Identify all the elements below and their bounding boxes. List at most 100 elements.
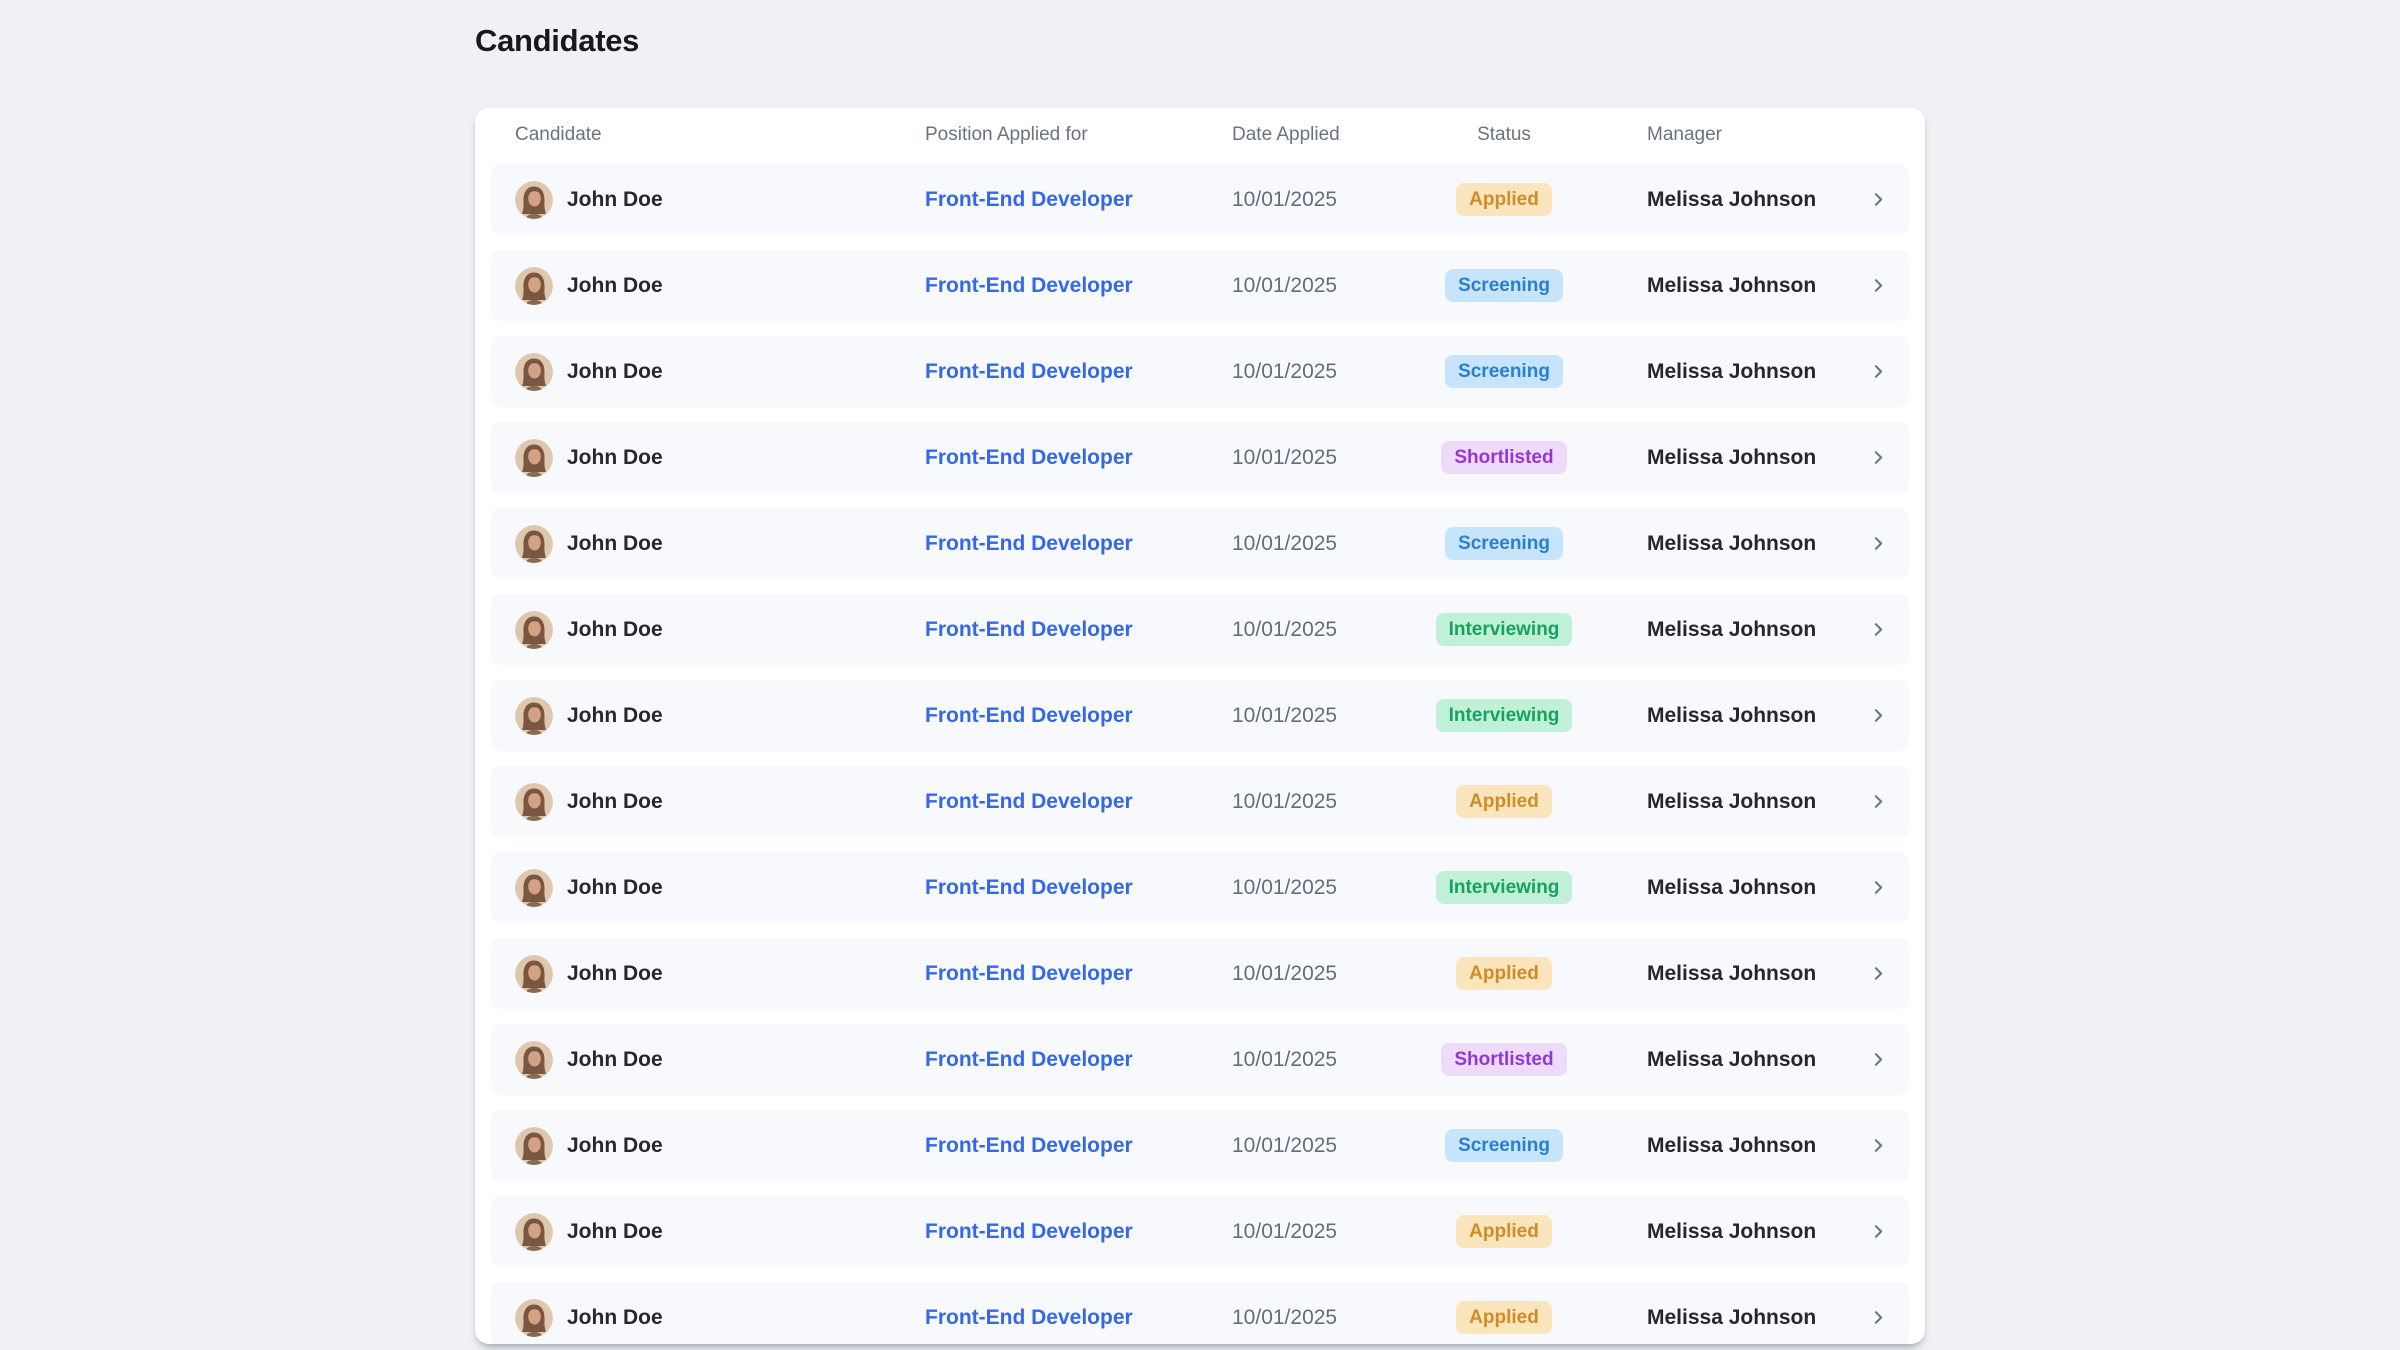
manager-name: Melissa Johnson [1599,1048,1863,1072]
status-badge: Applied [1456,1215,1552,1248]
position-link[interactable]: Front-End Developer [925,532,1133,555]
row-chevron[interactable] [1863,277,1893,294]
position-cell: Front-End Developer [925,790,1232,814]
date-applied: 10/01/2025 [1232,1306,1409,1330]
candidate-photo-icon [515,439,553,477]
column-header-position: Position Applied for [925,124,1232,146]
position-link[interactable]: Front-End Developer [925,704,1133,727]
date-applied: 10/01/2025 [1232,1134,1409,1158]
chevron-right-icon [1870,191,1887,208]
table-row[interactable]: John Doe Front-End Developer 10/01/2025 … [491,1196,1909,1267]
table-row[interactable]: John Doe Front-End Developer 10/01/2025 … [491,336,1909,407]
table-row[interactable]: John Doe Front-End Developer 10/01/2025 … [491,594,1909,665]
avatar [515,1213,553,1251]
table-row[interactable]: John Doe Front-End Developer 10/01/2025 … [491,250,1909,321]
candidate-cell: John Doe [515,955,925,993]
candidate-cell: John Doe [515,353,925,391]
manager-name: Melissa Johnson [1599,532,1863,556]
table-row[interactable]: John Doe Front-End Developer 10/01/2025 … [491,766,1909,837]
date-applied: 10/01/2025 [1232,704,1409,728]
avatar [515,697,553,735]
table-row[interactable]: John Doe Front-End Developer 10/01/2025 … [491,680,1909,751]
candidate-photo-icon [515,783,553,821]
candidate-cell: John Doe [515,1127,925,1165]
position-link[interactable]: Front-End Developer [925,1048,1133,1071]
row-chevron[interactable] [1863,1309,1893,1326]
status-cell: Applied [1409,957,1599,990]
position-cell: Front-End Developer [925,532,1232,556]
table-row[interactable]: John Doe Front-End Developer 10/01/2025 … [491,508,1909,579]
chevron-right-icon [1870,1051,1887,1068]
status-badge: Interviewing [1436,699,1573,732]
position-cell: Front-End Developer [925,188,1232,212]
row-chevron[interactable] [1863,535,1893,552]
table-row[interactable]: John Doe Front-End Developer 10/01/2025 … [491,852,1909,923]
status-cell: Screening [1409,1129,1599,1162]
status-badge: Applied [1456,1301,1552,1334]
row-chevron[interactable] [1863,707,1893,724]
status-badge: Shortlisted [1441,441,1566,474]
row-chevron[interactable] [1863,793,1893,810]
candidate-photo-icon [515,353,553,391]
table-header: Candidate Position Applied for Date Appl… [491,122,1909,148]
status-cell: Shortlisted [1409,441,1599,474]
row-chevron[interactable] [1863,1051,1893,1068]
position-cell: Front-End Developer [925,1134,1232,1158]
row-chevron[interactable] [1863,879,1893,896]
candidate-photo-icon [515,1127,553,1165]
avatar [515,267,553,305]
position-link[interactable]: Front-End Developer [925,962,1133,985]
candidate-photo-icon [515,1213,553,1251]
position-link[interactable]: Front-End Developer [925,446,1133,469]
row-chevron[interactable] [1863,449,1893,466]
candidate-name: John Doe [567,360,663,384]
position-cell: Front-End Developer [925,446,1232,470]
row-chevron[interactable] [1863,621,1893,638]
position-link[interactable]: Front-End Developer [925,1134,1133,1157]
column-header-date: Date Applied [1232,124,1409,146]
position-link[interactable]: Front-End Developer [925,876,1133,899]
position-link[interactable]: Front-End Developer [925,188,1133,211]
status-badge: Shortlisted [1441,1043,1566,1076]
manager-name: Melissa Johnson [1599,188,1863,212]
manager-name: Melissa Johnson [1599,446,1863,470]
position-link[interactable]: Front-End Developer [925,1306,1133,1329]
table-row[interactable]: John Doe Front-End Developer 10/01/2025 … [491,1110,1909,1181]
avatar [515,181,553,219]
chevron-right-icon [1870,793,1887,810]
table-row[interactable]: John Doe Front-End Developer 10/01/2025 … [491,938,1909,1009]
date-applied: 10/01/2025 [1232,618,1409,642]
position-link[interactable]: Front-End Developer [925,1220,1133,1243]
chevron-right-icon [1870,707,1887,724]
candidate-name: John Doe [567,618,663,642]
position-link[interactable]: Front-End Developer [925,360,1133,383]
row-chevron[interactable] [1863,1223,1893,1240]
row-chevron[interactable] [1863,1137,1893,1154]
candidate-cell: John Doe [515,1213,925,1251]
status-cell: Screening [1409,527,1599,560]
candidate-cell: John Doe [515,783,925,821]
table-row[interactable]: John Doe Front-End Developer 10/01/2025 … [491,1024,1909,1095]
position-link[interactable]: Front-End Developer [925,790,1133,813]
row-chevron[interactable] [1863,363,1893,380]
status-badge: Applied [1456,957,1552,990]
status-cell: Shortlisted [1409,1043,1599,1076]
column-header-status: Status [1409,124,1599,146]
status-badge: Interviewing [1436,613,1573,646]
avatar [515,1299,553,1337]
status-badge: Screening [1445,1129,1563,1162]
table-row[interactable]: John Doe Front-End Developer 10/01/2025 … [491,422,1909,493]
table-row[interactable]: John Doe Front-End Developer 10/01/2025 … [491,1282,1909,1344]
manager-name: Melissa Johnson [1599,618,1863,642]
row-chevron[interactable] [1863,191,1893,208]
chevron-right-icon [1870,449,1887,466]
position-link[interactable]: Front-End Developer [925,274,1133,297]
position-cell: Front-End Developer [925,1306,1232,1330]
candidates-card: Candidate Position Applied for Date Appl… [475,108,1925,1344]
candidate-name: John Doe [567,1306,663,1330]
position-link[interactable]: Front-End Developer [925,618,1133,641]
candidate-photo-icon [515,525,553,563]
candidate-photo-icon [515,611,553,649]
row-chevron[interactable] [1863,965,1893,982]
table-row[interactable]: John Doe Front-End Developer 10/01/2025 … [491,164,1909,235]
